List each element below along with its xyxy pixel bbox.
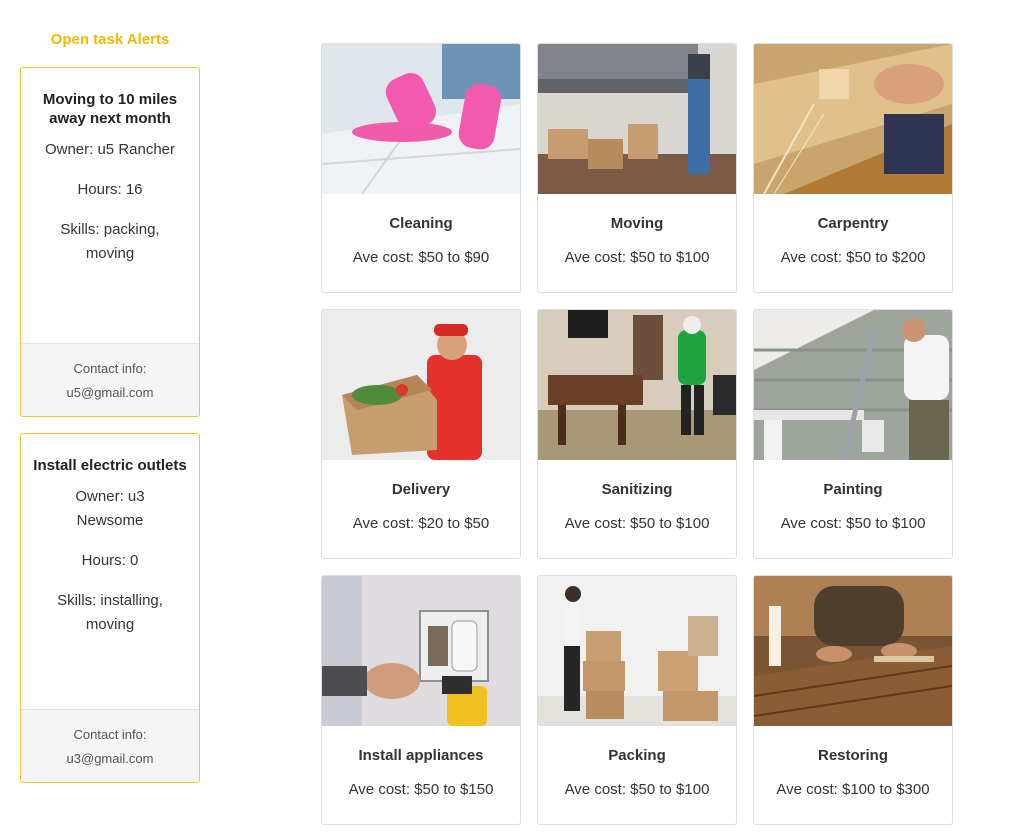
alert-skills: Skills: packing, moving	[60, 221, 160, 262]
service-title: Restoring	[817, 747, 888, 764]
service-title: Carpentry	[817, 215, 889, 232]
restoring-photo	[754, 576, 952, 726]
alert-hours: Hours: 0	[81, 552, 139, 569]
packing-photo	[538, 576, 736, 726]
alert-title: Install electric outlets	[33, 457, 187, 474]
service-title: Painting	[823, 481, 883, 498]
contact-label: Contact info:	[73, 361, 147, 376]
service-card-packing[interactable]: Packing Ave cost: $50 to $100	[537, 575, 737, 825]
alert-hours: Hours: 16	[77, 181, 143, 198]
service-title: Moving	[610, 215, 664, 232]
service-cost: Ave cost: $50 to $100	[564, 249, 710, 266]
service-title: Install appliances	[358, 747, 484, 764]
painting-photo	[754, 310, 952, 460]
alert-skills: Skills: installing, moving	[57, 592, 163, 633]
service-cost: Ave cost: $20 to $50	[352, 515, 490, 532]
contact-label: Contact info:	[73, 727, 147, 742]
service-cost: Ave cost: $100 to $300	[776, 781, 930, 798]
cleaning-photo	[322, 44, 520, 194]
service-cost: Ave cost: $50 to $200	[780, 249, 926, 266]
service-card-cleaning[interactable]: Cleaning Ave cost: $50 to $90	[321, 43, 521, 293]
alert-title: Moving to 10 miles away next month	[42, 91, 178, 127]
service-cost: Ave cost: $50 to $100	[780, 515, 926, 532]
delivery-photo	[322, 310, 520, 460]
service-card-painting[interactable]: Painting Ave cost: $50 to $100	[753, 309, 953, 559]
service-card-sanitizing[interactable]: Sanitizing Ave cost: $50 to $100	[537, 309, 737, 559]
service-title: Sanitizing	[601, 481, 673, 498]
task-alert-card[interactable]: Install electric outlets Owner: u3 Newso…	[20, 433, 200, 783]
service-title: Packing	[608, 747, 666, 764]
moving-photo	[538, 44, 736, 194]
task-alert-card[interactable]: Moving to 10 miles away next month Owner…	[20, 67, 200, 417]
sanitizing-photo	[538, 310, 736, 460]
contact-email[interactable]: u5@gmail.com	[21, 381, 199, 405]
service-title: Cleaning	[389, 215, 453, 232]
services-grid: Cleaning Ave cost: $50 to $90 Moving Ave…	[321, 43, 953, 825]
alert-contact-footer: Contact info: u3@gmail.com	[21, 709, 199, 782]
carpentry-photo	[754, 44, 952, 194]
service-card-moving[interactable]: Moving Ave cost: $50 to $100	[537, 43, 737, 293]
service-cost: Ave cost: $50 to $100	[564, 781, 710, 798]
service-cost: Ave cost: $50 to $100	[564, 515, 710, 532]
service-cost: Ave cost: $50 to $90	[352, 249, 490, 266]
alert-owner: Owner: u3 Newsome	[75, 488, 145, 529]
open-task-alerts-heading: Open task Alerts	[50, 31, 170, 48]
service-cost: Ave cost: $50 to $150	[348, 781, 494, 798]
service-card-restoring[interactable]: Restoring Ave cost: $100 to $300	[753, 575, 953, 825]
service-card-install-appliances[interactable]: Install appliances Ave cost: $50 to $150	[321, 575, 521, 825]
contact-email[interactable]: u3@gmail.com	[21, 747, 199, 771]
install-appliances-photo	[322, 576, 520, 726]
service-card-delivery[interactable]: Delivery Ave cost: $20 to $50	[321, 309, 521, 559]
alert-owner: Owner: u5 Rancher	[44, 141, 176, 158]
alert-contact-footer: Contact info: u5@gmail.com	[21, 343, 199, 416]
service-card-carpentry[interactable]: Carpentry Ave cost: $50 to $200	[753, 43, 953, 293]
service-title: Delivery	[391, 481, 451, 498]
